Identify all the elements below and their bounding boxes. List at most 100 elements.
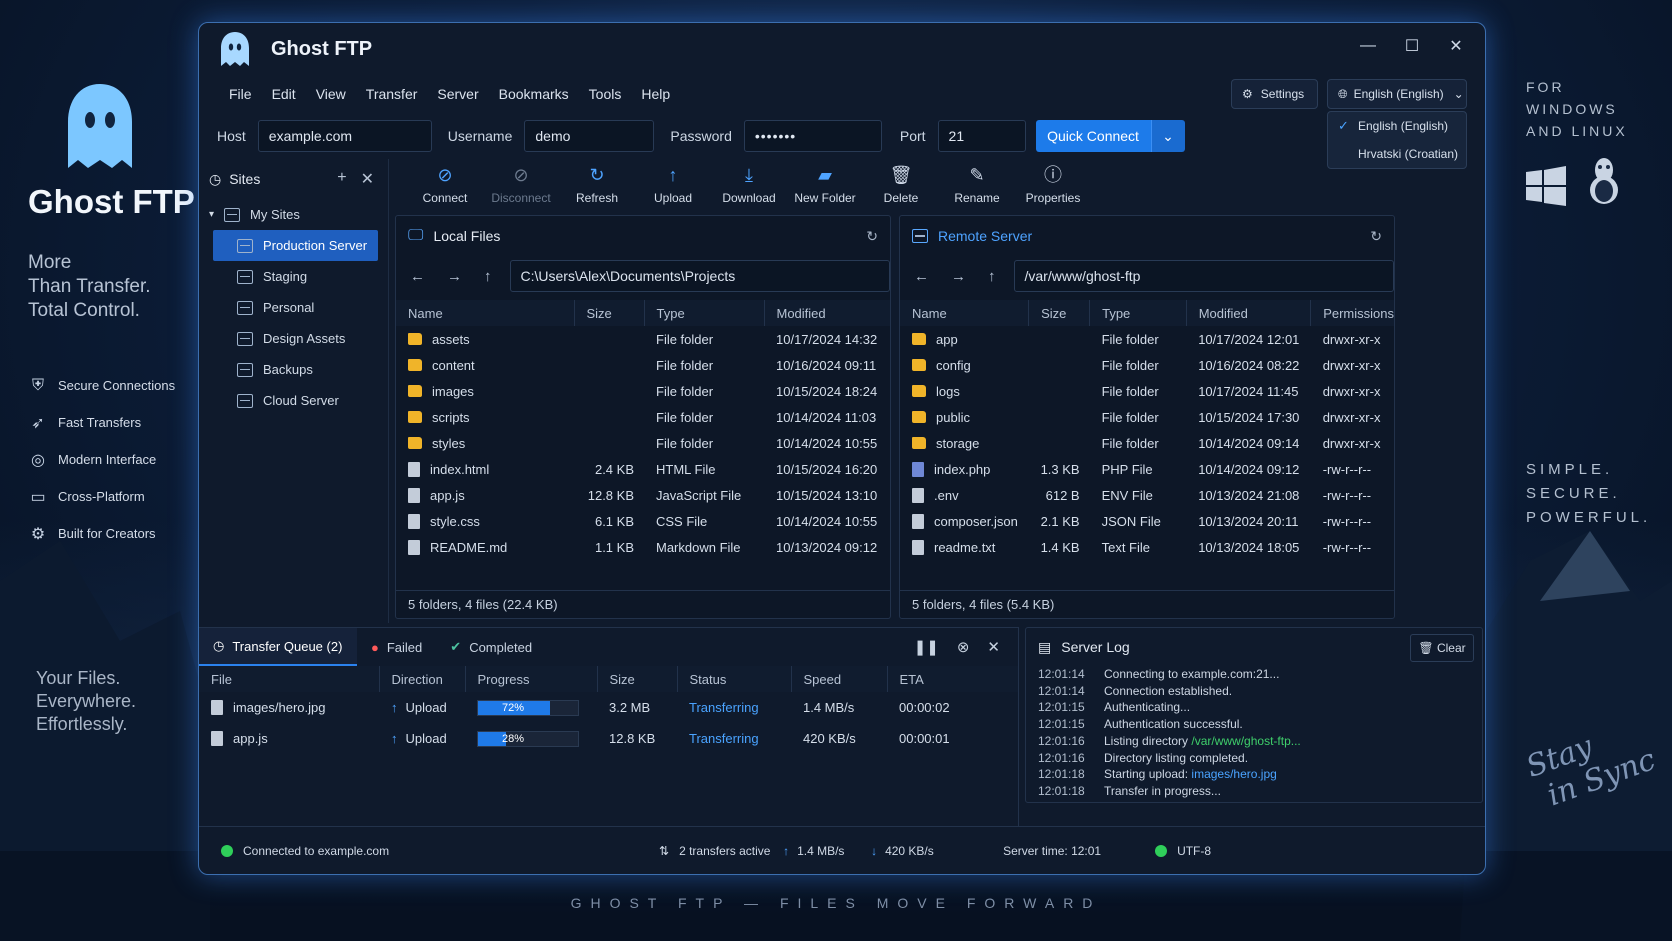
- menu-view[interactable]: View: [306, 80, 356, 108]
- new-folder-button[interactable]: ▰ New Folder: [787, 159, 863, 215]
- menu-server[interactable]: Server: [427, 80, 488, 108]
- quick-connect-button[interactable]: Quick Connect: [1035, 120, 1151, 152]
- file-name: index.html: [396, 456, 574, 482]
- connect-button[interactable]: ⊘ Connect: [407, 159, 483, 215]
- menu-bookmarks[interactable]: Bookmarks: [489, 80, 579, 108]
- table-row[interactable]: config File folder 10/16/2024 08:22 drwxr-x…: [900, 352, 1394, 378]
- username-field[interactable]: demo: [524, 120, 655, 152]
- refresh-button[interactable]: ↻ Refresh: [559, 159, 635, 215]
- column-header-progress[interactable]: Progress: [465, 666, 598, 692]
- refresh-icon[interactable]: ↻: [1370, 228, 1382, 245]
- table-row[interactable]: storage File folder 10/14/2024 09:14 drwxr-…: [900, 430, 1394, 456]
- table-row[interactable]: index.php 1.3 KB PHP File 10/14/2024 09:12 -…: [900, 456, 1394, 482]
- column-header-direction[interactable]: Direction: [379, 666, 466, 692]
- transfer-size: 3.2 MB: [609, 700, 651, 715]
- table-row[interactable]: app.js ↑ Upload 28% 12.8 KB Transferring 420 K…: [199, 723, 1018, 754]
- column-header-type[interactable]: Type: [644, 300, 765, 326]
- quick-connect-dropdown[interactable]: ⌄: [1150, 120, 1185, 152]
- column-header-type[interactable]: Type: [1089, 300, 1187, 326]
- local-path-input[interactable]: C:\Users\Alex\Documents\Projects: [509, 260, 890, 292]
- table-row[interactable]: images File folder 10/15/2024 18:24: [396, 378, 890, 404]
- table-row[interactable]: composer.json 2.1 KB JSON File 10/13/2024 2…: [900, 508, 1394, 534]
- tab-transfer-queue[interactable]: ◷ Transfer Queue (2): [199, 628, 357, 666]
- minimize-icon[interactable]: —: [1357, 35, 1379, 57]
- table-row[interactable]: styles File folder 10/14/2024 10:55: [396, 430, 890, 456]
- close-icon[interactable]: ✕: [987, 638, 1000, 656]
- close-icon[interactable]: ✕: [1445, 35, 1467, 57]
- table-row[interactable]: README.md 1.1 KB Markdown File 10/13/2024 0…: [396, 534, 890, 560]
- column-header-name[interactable]: Name: [396, 300, 575, 326]
- rename-button[interactable]: ✎ Rename: [939, 159, 1015, 215]
- column-header-size[interactable]: Size: [1028, 300, 1091, 326]
- table-row[interactable]: readme.txt 1.4 KB Text File 10/13/2024 18:0…: [900, 534, 1394, 560]
- table-row[interactable]: style.css 6.1 KB CSS File 10/14/2024 10:55: [396, 508, 890, 534]
- port-field[interactable]: 21: [937, 120, 1026, 152]
- table-row[interactable]: index.html 2.4 KB HTML File 10/15/2024 16:2…: [396, 456, 890, 482]
- column-header-modified[interactable]: Modified: [1186, 300, 1312, 326]
- cancel-icon[interactable]: ⊗: [957, 638, 970, 656]
- clear-log-button[interactable]: 🗑︎ Clear: [1410, 634, 1474, 662]
- column-header-size[interactable]: Size: [574, 300, 645, 326]
- file-name: app.js: [396, 482, 574, 508]
- menu-transfer[interactable]: Transfer: [356, 80, 428, 108]
- forward-arrow-icon[interactable]: →: [447, 268, 462, 285]
- table-row[interactable]: scripts File folder 10/14/2024 11:03: [396, 404, 890, 430]
- remote-file-table: Name Size Type Modified Permissions app F…: [900, 300, 1394, 560]
- back-arrow-icon[interactable]: ←: [914, 268, 929, 285]
- refresh-icon[interactable]: ↻: [866, 228, 878, 245]
- table-row[interactable]: logs File folder 10/17/2024 11:45 drwxr-xr-…: [900, 378, 1394, 404]
- site-item-personal[interactable]: Personal: [199, 292, 388, 323]
- pause-icon[interactable]: ❚❚: [914, 638, 939, 656]
- column-header-size[interactable]: Size: [597, 666, 678, 692]
- tab-completed[interactable]: ✔ Completed: [436, 628, 546, 666]
- column-header-status[interactable]: Status: [677, 666, 792, 692]
- tab-failed[interactable]: ● Failed: [357, 628, 436, 666]
- download-button[interactable]: ⤓ Download: [711, 159, 787, 215]
- upload-button[interactable]: ↑ Upload: [635, 159, 711, 215]
- back-arrow-icon[interactable]: ←: [410, 268, 425, 285]
- up-arrow-icon[interactable]: ↑: [484, 268, 492, 285]
- password-field[interactable]: •••••••: [743, 120, 882, 152]
- add-site-icon[interactable]: +: [337, 169, 346, 189]
- site-item-production-server[interactable]: Production Server: [213, 230, 378, 261]
- column-header-speed[interactable]: Speed: [791, 666, 888, 692]
- file-size: [574, 430, 644, 456]
- column-header-eta[interactable]: ETA: [887, 666, 1018, 692]
- table-row[interactable]: app File folder 10/17/2024 12:01 drwxr-xr-x: [900, 326, 1394, 352]
- site-item-backups[interactable]: Backups: [199, 354, 388, 385]
- language-option-croatian[interactable]: Hrvatski (Croatian): [1328, 140, 1466, 168]
- window-title: Ghost FTP: [271, 37, 373, 60]
- delete-button[interactable]: 🗑︎ Delete: [863, 159, 939, 215]
- properties-button[interactable]: ⓘ Properties: [1015, 159, 1091, 215]
- up-arrow-icon[interactable]: ↑: [988, 268, 996, 285]
- menu-help[interactable]: Help: [631, 80, 680, 108]
- site-item-design-assets[interactable]: Design Assets: [199, 323, 388, 354]
- table-row[interactable]: public File folder 10/15/2024 17:30 drwxr-x…: [900, 404, 1394, 430]
- close-icon[interactable]: ✕: [361, 169, 374, 189]
- table-row[interactable]: images/hero.jpg ↑ Upload 72% 3.2 MB Transferr…: [199, 692, 1018, 723]
- language-option-english[interactable]: ✓ English (English): [1328, 112, 1466, 140]
- menu-tools[interactable]: Tools: [579, 80, 632, 108]
- column-header-modified[interactable]: Modified: [764, 300, 890, 326]
- new-folder-icon: ▰: [818, 165, 832, 185]
- forward-arrow-icon[interactable]: →: [951, 268, 966, 285]
- site-item-staging[interactable]: Staging: [199, 261, 388, 292]
- disconnect-button[interactable]: ⊘ Disconnect: [483, 159, 559, 215]
- remote-path-input[interactable]: /var/www/ghost-ftp: [1013, 260, 1394, 292]
- settings-button[interactable]: ⚙ Settings: [1231, 79, 1318, 109]
- table-row[interactable]: .env 612 B ENV File 10/13/2024 21:08 -rw-r--…: [900, 482, 1394, 508]
- table-row[interactable]: assets File folder 10/17/2024 14:32: [396, 326, 890, 352]
- tree-root-my-sites[interactable]: ▾ My Sites: [199, 199, 388, 230]
- menu-file[interactable]: File: [219, 80, 262, 108]
- language-select[interactable]: 🌐︎ English (English) ⌄: [1327, 79, 1467, 109]
- column-header-file[interactable]: File: [199, 666, 380, 692]
- file-name: index.php: [900, 456, 1029, 482]
- site-item-cloud-server[interactable]: Cloud Server: [199, 385, 388, 416]
- host-field[interactable]: example.com: [257, 120, 432, 152]
- column-header-name[interactable]: Name: [900, 300, 1030, 326]
- table-row[interactable]: content File folder 10/16/2024 09:11: [396, 352, 890, 378]
- maximize-icon[interactable]: ☐: [1401, 35, 1423, 57]
- column-header-permissions[interactable]: Permissions: [1310, 300, 1394, 326]
- table-row[interactable]: app.js 12.8 KB JavaScript File 10/15/2024 1…: [396, 482, 890, 508]
- menu-edit[interactable]: Edit: [262, 80, 306, 108]
